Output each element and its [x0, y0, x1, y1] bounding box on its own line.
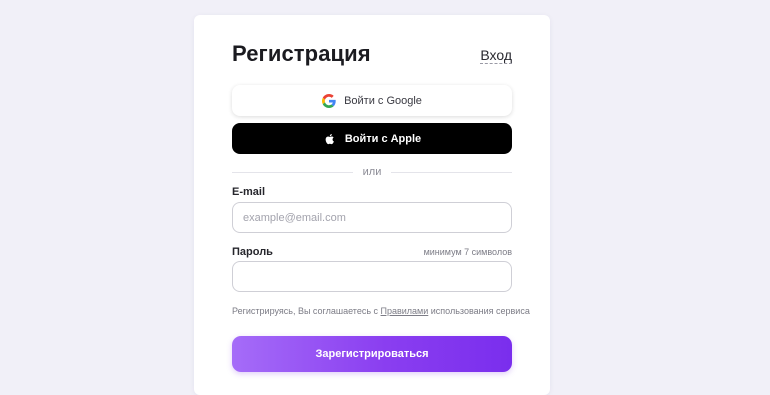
or-divider: или	[232, 165, 512, 179]
email-label: E-mail	[232, 186, 266, 198]
apple-button-label: Войти с Apple	[344, 132, 422, 145]
email-field[interactable]	[232, 202, 512, 233]
divider-text: или	[362, 166, 382, 178]
apple-signin-button[interactable]: Войти с Apple	[232, 123, 512, 154]
card-header: Регистрация Вход	[232, 41, 512, 67]
registration-card: Регистрация Вход Войти с Google Войти с …	[194, 15, 550, 395]
google-button-label: Войти с Google	[344, 94, 422, 107]
page-title: Регистрация	[232, 41, 371, 66]
register-button[interactable]: Зарегистрироваться	[232, 336, 512, 372]
terms-prefix: Регистрируясь, Вы соглашаетесь с	[232, 306, 381, 316]
divider-line-left	[232, 171, 353, 173]
password-label: Пароль	[232, 246, 273, 258]
password-field[interactable]	[232, 261, 512, 292]
terms-notice: Регистрируясь, Вы соглашаетесь с Правила…	[232, 306, 530, 316]
google-signin-button[interactable]: Войти с Google	[232, 85, 512, 116]
divider-line-right	[391, 171, 512, 173]
terms-suffix: использования сервиса	[428, 306, 530, 316]
terms-rules-link[interactable]: Правилами	[381, 306, 429, 316]
apple-logo-icon	[323, 132, 337, 146]
register-button-label: Зарегистрироваться	[315, 348, 429, 360]
password-hint: минимум 7 символов	[423, 247, 512, 257]
login-link[interactable]: Вход	[480, 47, 512, 64]
google-logo-icon	[322, 93, 336, 108]
